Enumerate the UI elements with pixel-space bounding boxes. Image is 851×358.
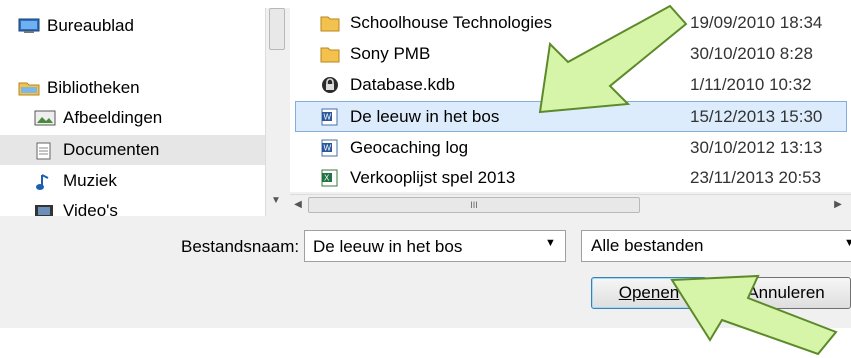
desktop-icon — [18, 18, 40, 34]
nav-item-label: Afbeeldingen — [63, 108, 163, 127]
nav-scrollbar[interactable]: ▼ — [265, 8, 286, 216]
file-row[interactable]: Schoolhouse Technologies 19/09/2010 18:3… — [290, 8, 851, 39]
scroll-left-arrow-icon[interactable]: ◀ — [290, 197, 306, 212]
folder-icon — [320, 45, 340, 63]
file-type-filter[interactable]: Alle bestanden ▼ — [581, 230, 851, 262]
nav-item-videos[interactable]: Video's — [34, 196, 118, 216]
file-row[interactable]: Database.kdb 1/11/2010 10:32 — [290, 70, 851, 101]
file-date: 23/11/2013 20:53 — [690, 168, 822, 187]
music-icon — [34, 173, 54, 190]
lock-file-icon — [320, 76, 340, 94]
dropdown-arrow-icon[interactable]: ▼ — [545, 237, 556, 249]
file-date: 15/12/2013 15:30 — [690, 107, 823, 126]
filename-input[interactable]: De leeuw in het bos ▼ — [304, 230, 566, 262]
filename-label: Bestandsnaam: — [181, 237, 300, 256]
dropdown-arrow-icon[interactable]: ▼ — [844, 237, 851, 249]
scroll-right-arrow-icon[interactable]: ▶ — [830, 197, 846, 212]
filename-value: De leeuw in het bos — [313, 237, 463, 256]
navigation-pane: Bureaublad Bibliotheken Afbeeldingen Doc… — [0, 8, 265, 216]
svg-text:X: X — [324, 174, 330, 183]
nav-item-label: Video's — [63, 201, 118, 216]
nav-item-desktop[interactable]: Bureaublad — [18, 11, 134, 41]
horizontal-scrollbar[interactable]: ◀ III ▶ — [290, 194, 851, 214]
open-button[interactable]: Openen — [591, 277, 707, 309]
folder-icon — [320, 14, 340, 32]
file-row[interactable]: Sony PMB 30/10/2010 8:28 — [290, 39, 851, 70]
nav-item-label: Documenten — [63, 140, 160, 159]
nav-item-label: Bureaublad — [47, 16, 134, 35]
pictures-icon — [34, 110, 56, 126]
file-name: Database.kdb — [350, 75, 455, 94]
file-name: Sony PMB — [350, 44, 431, 63]
nav-item-label: Muziek — [63, 171, 117, 190]
open-button-label: Openen — [618, 283, 680, 302]
nav-item-pictures[interactable]: Afbeeldingen — [34, 103, 162, 133]
file-date: 30/10/2012 13:13 — [690, 138, 823, 157]
cancel-button-label: Annuleren — [747, 283, 825, 302]
libraries-icon — [18, 80, 40, 96]
cancel-button[interactable]: Annuleren — [721, 277, 851, 309]
nav-item-music[interactable]: Muziek — [34, 166, 117, 196]
excel-icon: X — [320, 169, 340, 187]
nav-item-libraries[interactable]: Bibliotheken — [18, 73, 140, 103]
file-name: Geocaching log — [350, 138, 469, 157]
file-date: 19/09/2010 18:34 — [690, 13, 823, 32]
scroll-down-arrow-icon[interactable]: ▼ — [269, 194, 283, 208]
file-name: Verkooplijst spel 2013 — [350, 168, 516, 187]
filter-value: Alle bestanden — [591, 236, 704, 255]
file-row[interactable]: X Verkooplijst spel 2013 23/11/2013 20:5… — [290, 163, 851, 192]
file-row[interactable]: W Geocaching log 30/10/2012 13:13 — [290, 133, 851, 164]
file-row-selected[interactable]: W De leeuw in het bos 15/12/2013 15:30 — [295, 101, 847, 132]
nav-scroll-thumb[interactable] — [269, 8, 285, 50]
file-date: 1/11/2010 10:32 — [690, 75, 812, 94]
file-date: 30/10/2010 8:28 — [690, 44, 813, 63]
nav-item-label: Bibliotheken — [47, 78, 140, 97]
file-name: Schoolhouse Technologies — [350, 13, 552, 32]
file-name: De leeuw in het bos — [350, 107, 500, 126]
videos-icon — [34, 203, 54, 216]
svg-text:W: W — [324, 113, 332, 122]
svg-text:W: W — [324, 144, 332, 153]
file-list: Schoolhouse Technologies 19/09/2010 18:3… — [290, 8, 851, 192]
word-doc-icon: W — [320, 108, 340, 126]
word-doc-icon: W — [320, 139, 340, 157]
top-strip — [0, 0, 851, 8]
bottom-area — [0, 328, 851, 358]
nav-item-documents[interactable]: Documenten — [0, 135, 265, 165]
documents-icon — [34, 142, 54, 160]
horizontal-scroll-thumb[interactable]: III — [308, 197, 640, 213]
